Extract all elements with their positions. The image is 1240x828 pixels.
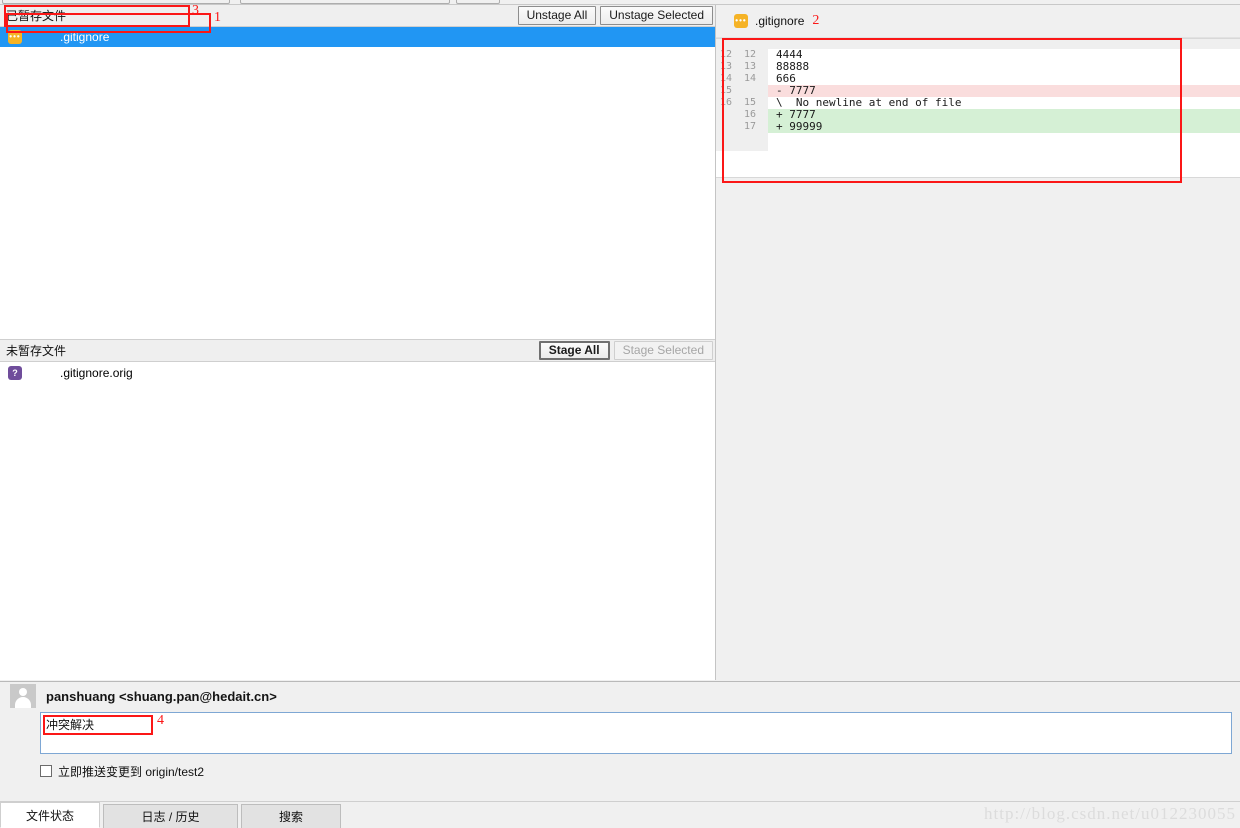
commit-message-input[interactable]: 冲突解决 4: [40, 712, 1232, 754]
commit-message-value: 冲突解决: [46, 718, 95, 732]
diff-old-lineno: 12: [716, 49, 738, 61]
bottom-tab-bar: 文件状态 日志 / 历史 搜索: [0, 801, 1240, 828]
diff-line-text: 88888: [768, 61, 1240, 73]
diff-new-lineno: [738, 85, 768, 97]
diff-content[interactable]: 12 12 4444 13 13 88888 14 14 666 15 - 77…: [716, 38, 1240, 178]
diff-empty-area: [716, 178, 1240, 658]
diff-line-text: + 7777: [768, 109, 1240, 121]
diff-line-text: 666: [768, 73, 1240, 85]
push-changes-row[interactable]: 立即推送变更到 origin/test2: [40, 762, 1240, 780]
unstaged-files-actions: Stage All Stage Selected: [538, 341, 713, 360]
diff-bottom-pad: [716, 133, 1240, 151]
diff-line-text: 4444: [768, 49, 1240, 61]
diff-old-lineno: 14: [716, 73, 738, 85]
staged-files-title: 已暂存文件: [6, 8, 67, 23]
diff-line-text: + 99999: [768, 121, 1240, 133]
unstage-selected-button[interactable]: Unstage Selected: [600, 6, 713, 25]
unstaged-files-title: 未暂存文件: [6, 343, 67, 358]
avatar: [10, 684, 36, 708]
staged-files-header: 已暂存文件 Unstage All Unstage Selected: [0, 5, 715, 27]
commit-author-name: panshuang <shuang.pan@hedait.cn>: [46, 688, 277, 704]
stage-selected-button: Stage Selected: [613, 341, 713, 360]
toolbar-fragment-left[interactable]: [2, 0, 230, 4]
diff-new-lineno: 13: [738, 61, 768, 73]
diff-file-name: .gitignore: [755, 14, 805, 28]
diff-new-lineno: 16: [738, 109, 768, 121]
diff-marker: +: [776, 120, 783, 133]
commit-area: panshuang <shuang.pan@hedait.cn> 冲突解决 4 …: [0, 681, 1240, 828]
diff-new-lineno: 17: [738, 121, 768, 133]
diff-new-lineno: 15: [738, 97, 768, 109]
annotation-number-2: 2: [812, 13, 820, 28]
toolbar-fragment-mid[interactable]: [240, 0, 450, 4]
unstaged-files-list[interactable]: ? .gitignore.orig 3: [0, 3, 715, 662]
unstage-all-button[interactable]: Unstage All: [517, 6, 597, 25]
unstaged-file-name: .gitignore.orig: [60, 366, 133, 380]
tab-log-history[interactable]: 日志 / 历史: [103, 804, 238, 828]
git-client-window: 已暂存文件 Unstage All Unstage Selected ••• .…: [0, 0, 1240, 828]
modified-file-icon: •••: [734, 14, 748, 28]
staged-files-list[interactable]: ••• .gitignore 1: [0, 10, 715, 340]
diff-old-lineno: [716, 121, 738, 133]
commit-message-text: 冲突解决: [41, 713, 1231, 733]
tab-search[interactable]: 搜索: [241, 804, 341, 828]
diff-text: 99999: [789, 120, 823, 133]
modified-file-icon: •••: [8, 30, 22, 44]
tab-search-label: 搜索: [278, 810, 303, 824]
untracked-file-icon: ?: [8, 366, 22, 380]
diff-new-lineno: 12: [738, 49, 768, 61]
tab-log-history-label: 日志 / 历史: [141, 810, 200, 824]
diff-line-text: \ No newline at end of file: [768, 97, 1240, 109]
diff-line-added[interactable]: 17 + 99999: [716, 121, 1240, 133]
text-caret: [44, 715, 45, 729]
staged-file-name: .gitignore: [60, 30, 110, 44]
diff-file-header: ••• .gitignore 2: [716, 5, 1240, 38]
diff-old-lineno: [716, 109, 738, 121]
diff-new-lineno: 14: [738, 73, 768, 85]
commit-author-row: panshuang <shuang.pan@hedait.cn>: [0, 682, 1240, 710]
diff-old-lineno: 15: [716, 85, 738, 97]
diff-column: ••• .gitignore 2 12 12 4444 13 13 88888 …: [715, 5, 1240, 680]
staged-file-row[interactable]: ••• .gitignore: [0, 27, 715, 47]
unstaged-files-header: 未暂存文件 Stage All Stage Selected: [0, 340, 715, 362]
diff-old-lineno: 16: [716, 97, 738, 109]
stage-all-button[interactable]: Stage All: [538, 341, 610, 360]
push-changes-label: 立即推送变更到 origin/test2: [58, 764, 205, 779]
push-changes-checkbox[interactable]: [40, 765, 52, 777]
unstaged-file-row[interactable]: ? .gitignore.orig: [0, 362, 715, 384]
toolbar-fragment-right[interactable]: [456, 0, 500, 4]
diff-old-lineno: 13: [716, 61, 738, 73]
file-status-column: 已暂存文件 Unstage All Unstage Selected ••• .…: [0, 3, 715, 680]
tab-file-status[interactable]: 文件状态: [0, 802, 100, 828]
staged-files-actions: Unstage All Unstage Selected: [517, 6, 713, 25]
tab-file-status-label: 文件状态: [25, 808, 74, 823]
